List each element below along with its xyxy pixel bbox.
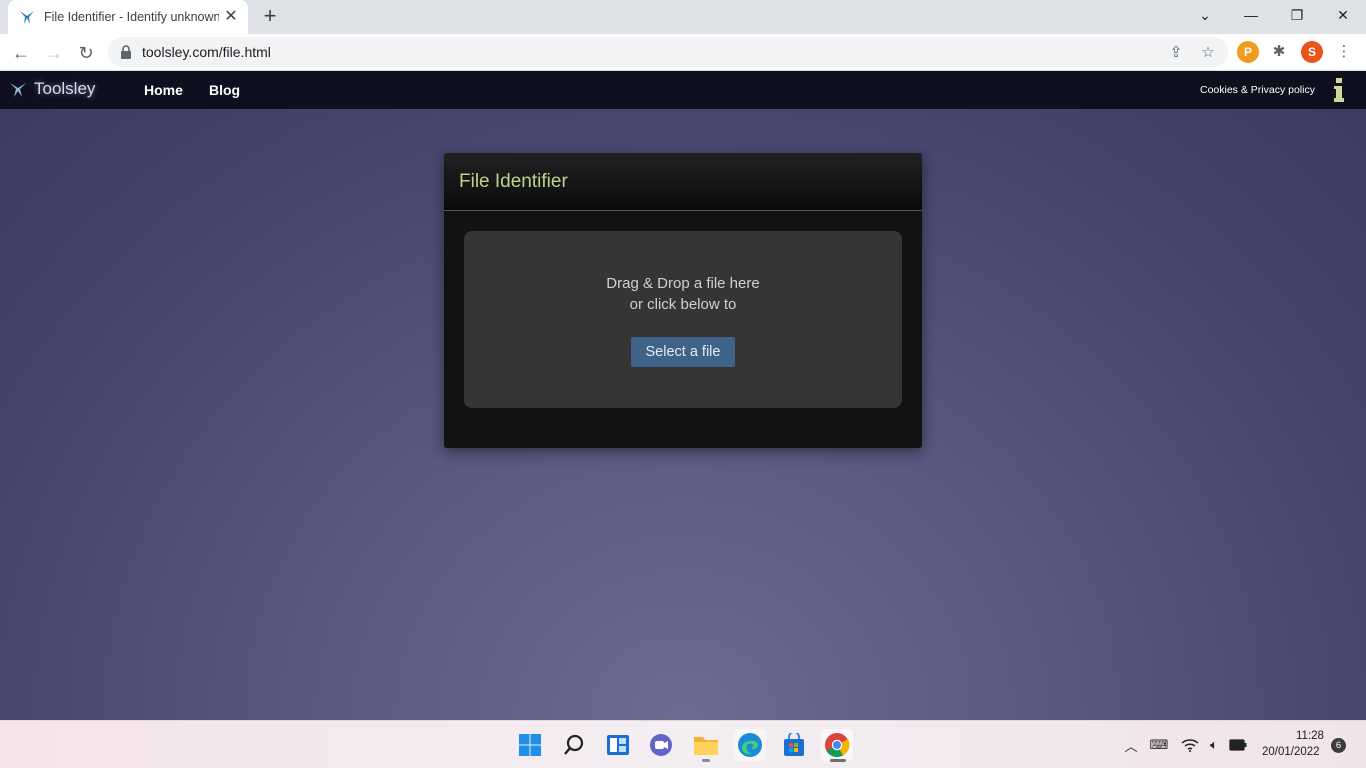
- profile-avatar[interactable]: S: [1301, 41, 1323, 63]
- tab-title: File Identifier - Identify unknown: [44, 10, 219, 24]
- edge-browser-icon[interactable]: [734, 729, 766, 761]
- clock-time[interactable]: 11:28: [1296, 730, 1324, 742]
- microsoft-store-icon[interactable]: [778, 729, 810, 761]
- toolsley-favicon-icon: [18, 8, 36, 26]
- battery-icon[interactable]: [1228, 735, 1248, 755]
- tab-search-icon[interactable]: ⌄: [1182, 0, 1228, 30]
- toolsley-logo-icon: [10, 83, 26, 97]
- new-tab-icon[interactable]: +: [258, 5, 282, 29]
- drop-instruction-line1: Drag & Drop a file here: [606, 275, 760, 292]
- file-drop-zone[interactable]: Drag & Drop a file here or click below t…: [464, 231, 902, 408]
- page-background: File Identifier Drag & Drop a file here …: [0, 109, 1366, 720]
- bookmark-star-icon[interactable]: ☆: [1199, 43, 1217, 61]
- extension-p-icon[interactable]: P: [1237, 41, 1259, 63]
- reload-icon[interactable]: ↻: [73, 40, 99, 66]
- file-identifier-card: File Identifier Drag & Drop a file here …: [444, 153, 922, 448]
- cookies-privacy-link[interactable]: Cookies & Privacy policy: [1200, 84, 1315, 96]
- chrome-menu-icon[interactable]: ⋮: [1335, 42, 1353, 60]
- file-explorer-icon[interactable]: [690, 729, 722, 761]
- back-icon[interactable]: ←: [8, 40, 34, 66]
- chrome-active-indicator: [830, 759, 846, 762]
- explorer-running-indicator: [702, 759, 710, 762]
- restore-icon[interactable]: ❐: [1274, 0, 1320, 30]
- nav-home-link[interactable]: Home: [144, 82, 183, 98]
- close-window-icon[interactable]: ✕: [1320, 0, 1366, 30]
- page-title: File Identifier: [459, 171, 568, 192]
- volume-icon[interactable]: 🔈︎: [1204, 735, 1224, 755]
- tab-close-icon[interactable]: ✕: [222, 8, 240, 26]
- widgets-icon[interactable]: [602, 729, 634, 761]
- show-hidden-icons-chevron-icon[interactable]: ︿: [1121, 735, 1141, 755]
- notification-badge[interactable]: 6: [1331, 738, 1346, 753]
- minimize-icon[interactable]: —: [1228, 0, 1274, 30]
- select-file-button[interactable]: Select a file: [631, 337, 735, 367]
- start-windows-icon[interactable]: [514, 729, 546, 761]
- windows-taskbar: ︿ ⌨ 🔈︎ 11:28 20/01/2022 6: [0, 720, 1366, 768]
- site-navbar: Toolsley Home Blog Cookies & Privacy pol…: [0, 71, 1366, 109]
- nav-blog-link[interactable]: Blog: [209, 82, 240, 98]
- share-icon[interactable]: ⇪: [1167, 43, 1185, 61]
- address-bar[interactable]: toolsley.com/file.html ⇪ ☆: [108, 37, 1228, 67]
- teams-chat-icon[interactable]: [645, 729, 677, 761]
- brand-logo[interactable]: Toolsley: [8, 79, 95, 99]
- browser-tab-strip: File Identifier - Identify unknown ✕ + ⌄…: [0, 0, 1366, 34]
- extensions-puzzle-icon[interactable]: ✱: [1270, 42, 1288, 60]
- search-icon[interactable]: [558, 729, 590, 761]
- wifi-icon[interactable]: [1180, 735, 1200, 755]
- forward-icon[interactable]: →: [41, 40, 67, 66]
- url-text: toolsley.com/file.html: [142, 44, 271, 60]
- brand-name: Toolsley: [34, 79, 96, 98]
- drop-instruction-line2: or click below to: [629, 296, 737, 313]
- browser-tab[interactable]: File Identifier - Identify unknown ✕: [8, 0, 248, 34]
- info-icon[interactable]: [1333, 77, 1345, 103]
- browser-toolbar: ← → ↻ toolsley.com/file.html ⇪ ☆ P ✱ S ⋮: [0, 34, 1366, 71]
- keyboard-icon[interactable]: ⌨: [1149, 735, 1169, 755]
- clock-date[interactable]: 20/01/2022: [1262, 746, 1320, 758]
- chrome-browser-icon[interactable]: [821, 729, 853, 761]
- lock-icon: [121, 45, 131, 59]
